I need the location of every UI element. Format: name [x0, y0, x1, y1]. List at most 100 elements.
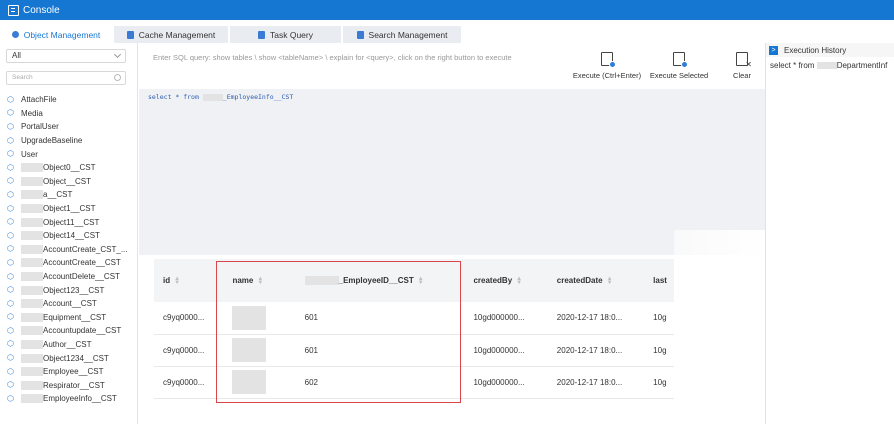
- object-cube-icon: ⬡: [7, 189, 14, 199]
- sidebar-item[interactable]: ⬡ User: [7, 147, 135, 161]
- tab-label: Search Management: [368, 29, 448, 40]
- object-cube-icon: ⬡: [7, 217, 14, 227]
- sort-icon[interactable]: ▲ ▼: [516, 276, 522, 286]
- object-icon: [11, 31, 19, 38]
- sidebar-item[interactable]: ⬡ Object__CST: [7, 175, 135, 189]
- redacted-text: [21, 299, 43, 309]
- sidebar-item[interactable]: ⬡ UpgradeBaseline: [7, 134, 135, 148]
- search-management-icon: [356, 30, 364, 39]
- sidebar-item[interactable]: ⬡ a__CST: [7, 188, 135, 202]
- tab-label: Task Query: [270, 29, 313, 40]
- object-cube-icon: ⬡: [7, 244, 14, 254]
- column-header-created-date[interactable]: createdDate ▲ ▼: [547, 259, 645, 302]
- redacted-text: [21, 285, 43, 295]
- sidebar-item[interactable]: ⬡ Object14__CST: [7, 229, 135, 243]
- sidebar-item-label: User: [21, 149, 38, 159]
- sidebar-item[interactable]: ⬡ Employee__CST: [7, 365, 135, 379]
- redacted-text: [21, 244, 43, 254]
- cell-value: 10gd000000...: [473, 377, 525, 387]
- object-cube-icon: ⬡: [7, 176, 14, 186]
- object-filter-select[interactable]: All: [6, 49, 126, 63]
- sidebar-item[interactable]: ⬡ EmployeeInfo__CST: [7, 392, 135, 406]
- sidebar-item[interactable]: ⬡ Object0__CST: [7, 161, 135, 175]
- clear-button[interactable]: ✕ Clear: [728, 52, 756, 80]
- app-title: Console: [23, 4, 60, 16]
- object-cube-icon: ⬡: [7, 380, 14, 390]
- redacted-text: [21, 190, 43, 200]
- tab-cache-management[interactable]: Cache Management: [114, 26, 228, 43]
- sidebar-item-label: Object14__CST: [43, 231, 100, 241]
- table-cell: c9yq0000...: [154, 334, 224, 367]
- tab-search-management[interactable]: Search Management: [343, 26, 461, 43]
- cell-value: 2020-12-17 18:0...: [556, 313, 623, 323]
- table-cell: 10gd000000...: [464, 302, 548, 335]
- execute-selected-button[interactable]: Execute Selected: [646, 52, 712, 80]
- header-label: createdDate: [556, 276, 603, 285]
- sidebar-item[interactable]: ⬡ AccountCreate_CST_...: [7, 243, 135, 257]
- sidebar-item[interactable]: ⬡ Account__CST: [7, 297, 135, 311]
- sidebar-item[interactable]: ⬡ Object1__CST: [7, 202, 135, 216]
- sidebar-item-label: Object123__CST: [43, 285, 105, 295]
- sidebar-item-label: Object0__CST: [43, 163, 96, 173]
- sidebar-item[interactable]: ⬡ Author__CST: [7, 338, 135, 352]
- history-query-prefix: select * from: [770, 61, 817, 70]
- execute-button[interactable]: Execute (Ctrl+Enter): [566, 52, 648, 80]
- cell-value: 10g: [653, 377, 667, 387]
- object-cube-icon: ⬡: [7, 312, 14, 322]
- column-header-created-by[interactable]: createdBy ▲ ▼: [464, 259, 548, 302]
- column-header-last[interactable]: last: [644, 259, 674, 302]
- collapse-arrow-icon[interactable]: >: [769, 45, 778, 55]
- redacted-text: [21, 176, 43, 186]
- sidebar-item[interactable]: ⬡ Object1234__CST: [7, 351, 135, 365]
- sidebar-item-label: Equipment__CST: [43, 312, 107, 322]
- sidebar-item-label: Object1234__CST: [43, 353, 109, 363]
- cell-value: c9yq0000...: [163, 377, 205, 387]
- sidebar-item-label: Respirator__CST: [43, 380, 105, 390]
- sidebar-item[interactable]: ⬡ Object11__CST: [7, 215, 135, 229]
- sidebar-item-label: AccountCreate__CST: [43, 258, 121, 268]
- object-cube-icon: ⬡: [7, 108, 14, 118]
- sql-query-text[interactable]: select * from _EmployeeInfo__CST: [148, 93, 293, 101]
- sidebar-item[interactable]: ⬡ Respirator__CST: [7, 378, 135, 392]
- object-search-input[interactable]: Search: [6, 71, 126, 85]
- redacted-text: [21, 367, 43, 377]
- sidebar-item-label: Accountupdate__CST: [43, 326, 122, 336]
- object-cube-icon: ⬡: [7, 149, 14, 159]
- sidebar-item[interactable]: ⬡ AccountDelete__CST: [7, 270, 135, 284]
- redacted-text: [21, 272, 43, 282]
- column-header-id[interactable]: id ▲ ▼: [154, 259, 224, 302]
- sidebar-item-label: EmployeeInfo__CST: [43, 394, 117, 404]
- sidebar-item-label: UpgradeBaseline: [21, 136, 83, 146]
- sidebar-item[interactable]: ⬡ Equipment__CST: [7, 311, 135, 325]
- cell-value: c9yq0000...: [163, 313, 205, 323]
- sidebar-item[interactable]: ⬡ PortalUser: [7, 120, 135, 134]
- query-suffix: _EmployeeInfo__CST: [222, 93, 294, 101]
- tab-object-management[interactable]: Object Management: [0, 26, 112, 43]
- execute-label: Execute (Ctrl+Enter): [572, 71, 642, 80]
- task-icon: [258, 30, 265, 39]
- tab-task-query[interactable]: Task Query: [230, 26, 341, 43]
- table-cell: 2020-12-17 18:0...: [547, 366, 645, 399]
- sidebar-item[interactable]: ⬡ AccountCreate__CST: [7, 256, 135, 270]
- chevron-down-icon: [113, 50, 122, 59]
- clear-icon: ✕: [736, 52, 752, 69]
- sidebar-item[interactable]: ⬡ Object123__CST: [7, 283, 135, 297]
- sidebar-item-label: Media: [21, 108, 43, 118]
- sidebar-item[interactable]: ⬡ Accountupdate__CST: [7, 324, 135, 338]
- sort-icon[interactable]: ▲ ▼: [174, 276, 180, 286]
- sidebar-item-label: AttachFile: [21, 95, 57, 105]
- table-cell: 10g: [644, 334, 674, 367]
- redacted-text: [202, 93, 223, 101]
- redacted-text: [21, 353, 43, 363]
- cell-value: 2020-12-17 18:0...: [556, 345, 623, 355]
- history-item[interactable]: select * from DepartmentInf: [766, 57, 894, 74]
- object-cube-icon: ⬡: [7, 353, 14, 363]
- redacted-text: [816, 62, 837, 70]
- object-cube-icon: ⬡: [7, 257, 14, 267]
- sidebar-item-label: Employee__CST: [43, 367, 104, 377]
- sort-icon[interactable]: ▲ ▼: [607, 276, 613, 286]
- sidebar-item[interactable]: ⬡ AttachFile: [7, 93, 135, 107]
- cell-value: 10g: [653, 345, 667, 355]
- sidebar-item[interactable]: ⬡ Media: [7, 107, 135, 121]
- history-header[interactable]: > Execution History: [766, 43, 894, 57]
